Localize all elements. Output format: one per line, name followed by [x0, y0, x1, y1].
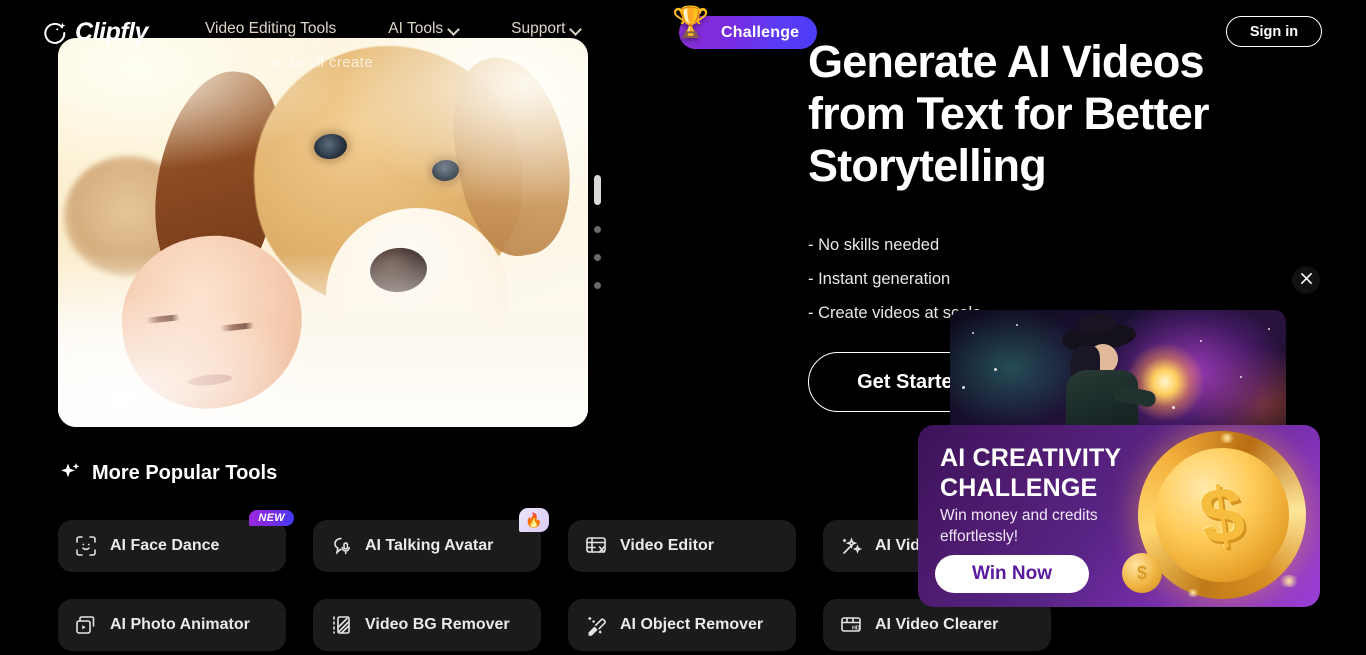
tool-card-label: AI Photo Animator [110, 616, 250, 633]
badge-new: NEW [249, 510, 294, 526]
hero-text-block: Generate AI Videos from Text for Better … [808, 36, 1268, 330]
tools-section-header: More Popular Tools [58, 461, 277, 485]
hero-bullet-item: - Instant generation [808, 270, 951, 288]
carousel-dot-3[interactable] [594, 254, 601, 261]
nav-item-ai-tools[interactable]: AI Tools [388, 20, 459, 38]
tool-card-label: Video BG Remover [365, 616, 510, 633]
bg-remove-icon [329, 613, 353, 637]
sign-in-button[interactable]: Sign in [1226, 16, 1322, 47]
hero-carousel-indicator[interactable] [594, 175, 601, 289]
close-icon [1300, 272, 1313, 288]
challenge-badge-label: Challenge [721, 23, 800, 41]
svg-text:HD: HD [852, 626, 860, 632]
nav-item-label: Support [511, 20, 566, 37]
promo-subtitle: Win money and credits effortlessly! [940, 507, 1098, 545]
coin-small-icon: $ [1122, 553, 1162, 593]
nav-item-support[interactable]: Support [511, 20, 581, 38]
gold-coin-icon: $ $ [1118, 425, 1320, 607]
photo-play-icon [74, 613, 98, 637]
promo-close-button[interactable] [1292, 266, 1320, 294]
tool-card-ai-talking-avatar[interactable]: AI Talking Avatar 🔥 [313, 508, 549, 572]
carousel-dot-2[interactable] [594, 226, 601, 233]
tool-card-label: AI Talking Avatar [365, 537, 494, 554]
site-logo[interactable]: Clipfly [42, 18, 148, 47]
nav-item-label: AI Tools [388, 20, 444, 37]
hero-video-image [58, 38, 588, 427]
hero-video-card[interactable]: e de ull create [58, 38, 588, 427]
win-now-button[interactable]: Win Now [935, 555, 1089, 593]
face-scan-icon [74, 534, 98, 558]
nav-links: Video Editing Tools AI Tools Support [205, 20, 581, 38]
sparkle-icon [58, 461, 82, 485]
hero-bullet-item: - No skills needed [808, 236, 940, 254]
chevron-down-icon [449, 24, 459, 34]
badge-fire: 🔥 [519, 508, 549, 532]
carousel-dot-4[interactable] [594, 282, 601, 289]
promo-popup[interactable]: AI CREATIVITY CHALLENGE Win money and cr… [918, 425, 1320, 607]
avatar-mic-icon [329, 534, 353, 558]
eraser-sparkle-icon [584, 613, 608, 637]
chevron-down-icon [571, 24, 581, 34]
tools-section-title: More Popular Tools [92, 461, 278, 484]
film-cut-icon [584, 534, 608, 558]
top-navigation-bar: Clipfly Video Editing Tools AI Tools Sup… [0, 0, 1366, 63]
tool-card-ai-photo-animator[interactable]: AI Photo Animator [58, 599, 286, 651]
challenge-badge[interactable]: 🏆 Challenge [672, 8, 818, 49]
site-logo-text: Clipfly [75, 18, 148, 46]
tool-card-label: AI Video Clearer [875, 616, 999, 633]
tool-card-ai-face-dance[interactable]: AI Face Dance NEW [58, 510, 294, 572]
nav-item-video-editing-tools[interactable]: Video Editing Tools [205, 20, 336, 38]
tool-card-label: AI Face Dance [110, 537, 220, 554]
film-hd-icon: HD [839, 613, 863, 637]
wizard-figure [1054, 320, 1158, 430]
carousel-dot-1[interactable] [594, 175, 601, 205]
tool-card-label: AI Object Remover [620, 616, 764, 633]
promo-thumbnail[interactable] [950, 310, 1286, 430]
magic-wand-icon [839, 534, 863, 558]
tool-card-video-bg-remover[interactable]: Video BG Remover [313, 599, 541, 651]
trophy-icon: 🏆 [672, 6, 710, 39]
sparkle-circle-icon [42, 20, 68, 46]
tools-grid: AI Face Dance NEW AI Talking Avatar 🔥 Vi… [58, 508, 1051, 651]
tool-card-video-editor[interactable]: Video Editor [568, 520, 796, 572]
tool-card-label: Video Editor [620, 537, 714, 554]
page-root: e de ull create Generate AI Videos from … [0, 0, 1366, 655]
nav-item-label: Video Editing Tools [205, 20, 337, 37]
tool-card-ai-object-remover[interactable]: AI Object Remover [568, 599, 796, 651]
